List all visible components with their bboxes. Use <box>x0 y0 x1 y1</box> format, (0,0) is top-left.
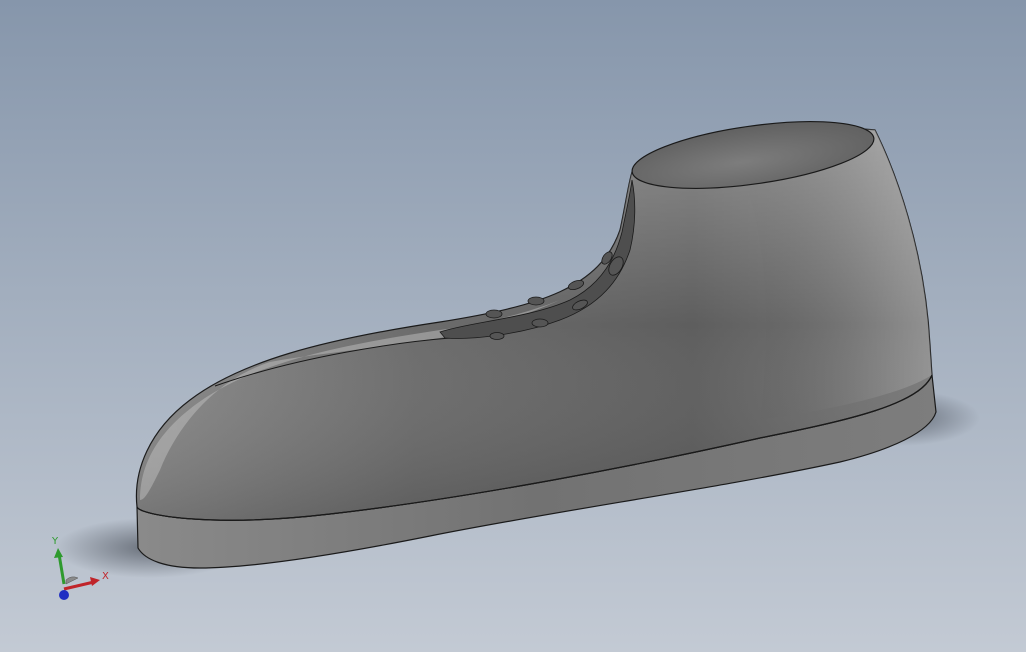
coordinate-triad[interactable]: Y X <box>44 532 124 612</box>
z-axis-dot <box>59 590 69 600</box>
x-axis-label: X <box>102 571 109 582</box>
eyelet[interactable] <box>489 332 505 340</box>
shoe-3d-model[interactable] <box>0 0 1026 652</box>
eyelet[interactable] <box>485 309 503 319</box>
triad-origin-cap <box>65 576 79 585</box>
y-axis-arrowhead <box>54 548 63 558</box>
y-axis-label: Y <box>51 536 59 547</box>
cad-graphics-viewport[interactable]: Y X <box>0 0 1026 652</box>
x-axis-arrowhead <box>90 577 100 586</box>
eyelet[interactable] <box>527 296 545 306</box>
y-axis-arrow <box>57 553 66 585</box>
x-axis-arrow <box>63 580 95 591</box>
eyelet[interactable] <box>531 318 549 328</box>
